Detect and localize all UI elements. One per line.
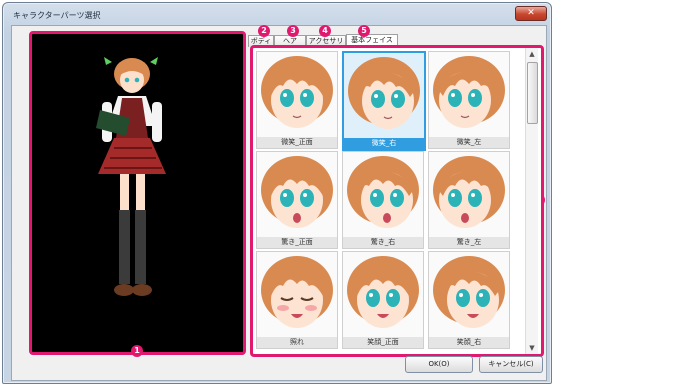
face-label: 驚き_左 — [429, 237, 509, 248]
cancel-button[interactable]: キャンセル(C) — [479, 356, 543, 373]
face-label: 微笑_左 — [429, 137, 509, 148]
scroll-up-arrow[interactable]: ▲ — [526, 48, 538, 60]
marker-1: 1 — [131, 345, 143, 357]
face-thumbnail[interactable]: 驚き_正面 — [256, 151, 338, 249]
face-thumbnail[interactable]: 微笑_左 — [428, 51, 510, 149]
close-button[interactable]: ✕ — [515, 6, 547, 21]
face-label: 照れ — [257, 337, 337, 348]
marker-3: 3 — [287, 25, 299, 37]
scroll-down-arrow[interactable]: ▼ — [526, 342, 538, 354]
grid-scrollbar[interactable]: ▲ ▼ — [525, 48, 538, 354]
face-thumbnail[interactable]: 驚き_右 — [342, 151, 424, 249]
window-title: キャラクターパーツ選択 — [13, 11, 101, 20]
dialog-body: ボディ ヘア アクセサリ 基本フェイス 1 2 3 4 5 6 微笑_正面 — [11, 25, 547, 381]
face-thumbnail[interactable]: 笑顔_右 — [428, 251, 510, 349]
character-preview — [29, 31, 246, 355]
face-thumbnail[interactable]: 驚き_左 — [428, 151, 510, 249]
face-grid: 微笑_正面 微笑_右 微笑_左 驚き_正面 驚き_右 驚き_左 照れ 笑顔_正面… — [250, 45, 544, 357]
face-thumbnail[interactable]: 笑顔_正面 — [342, 251, 424, 349]
character-parts-dialog: キャラクターパーツ選択 ✕ ボディ ヘア アクセサリ 基本フェイス 1 2 3 … — [2, 2, 552, 384]
ok-button[interactable]: OK(O) — [405, 356, 473, 373]
marker-4: 4 — [319, 25, 331, 37]
scroll-thumb[interactable] — [527, 62, 538, 124]
face-label: 驚き_正面 — [257, 237, 337, 248]
face-label: 笑顔_右 — [429, 337, 509, 348]
marker-5: 5 — [358, 25, 370, 37]
marker-2: 2 — [258, 25, 270, 37]
face-label: 微笑_正面 — [257, 137, 337, 148]
face-thumbnail[interactable]: 微笑_正面 — [256, 51, 338, 149]
face-label: 驚き_右 — [343, 237, 423, 248]
face-label: 微笑_右 — [344, 138, 424, 149]
face-thumbnail[interactable]: 照れ — [256, 251, 338, 349]
face-thumbnail[interactable]: 微笑_右 — [342, 51, 426, 151]
character-illustration — [96, 57, 166, 296]
face-label: 笑顔_正面 — [343, 337, 423, 348]
